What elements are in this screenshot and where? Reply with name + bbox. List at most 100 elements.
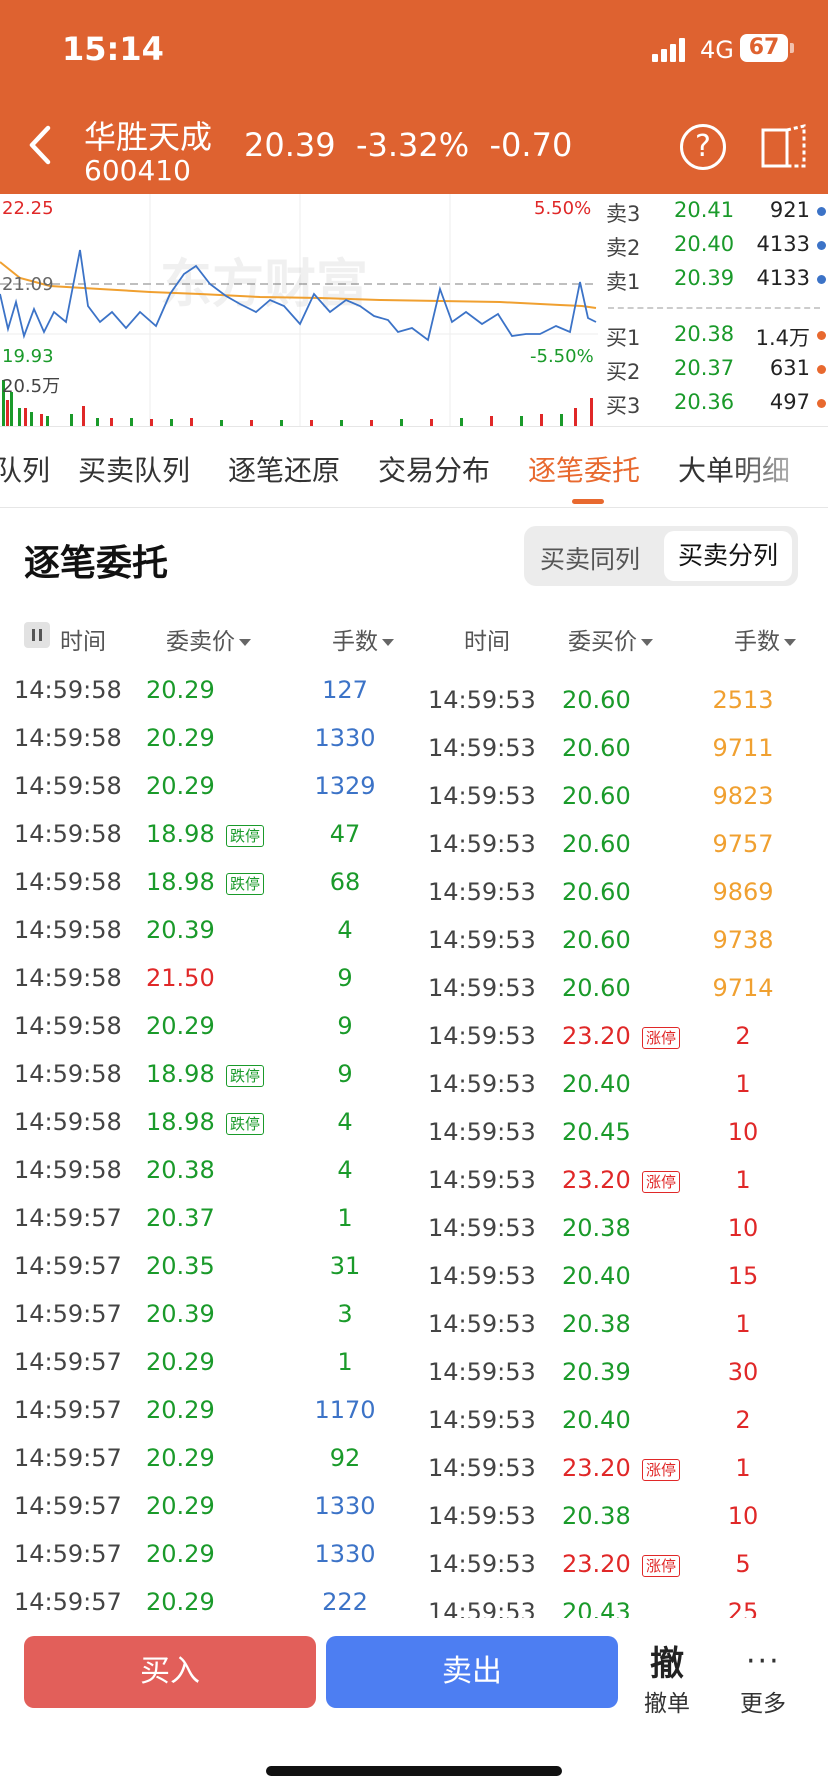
table-row: 14:59:53 20.40 2 (428, 1406, 828, 1454)
order-price: 20.40 (562, 1406, 631, 1434)
sell-button[interactable]: 卖出 (326, 1636, 618, 1708)
order-qty: 1330 (314, 724, 376, 752)
order-price: 20.60 (562, 926, 631, 954)
table-row: 14:59:53 20.60 2513 (428, 686, 828, 734)
table-row: 14:59:53 20.38 1 (428, 1310, 828, 1358)
limit-tag: 跌停 (226, 1113, 265, 1135)
order-time: 14:59:53 (428, 878, 536, 906)
order-time: 14:59:57 (14, 1540, 122, 1568)
order-qty: 9 (337, 1012, 353, 1040)
order-qty: 1 (735, 1070, 751, 1098)
order-time: 14:59:58 (14, 676, 122, 704)
sell-orders-list[interactable]: 14:59:58 20.29 127 14:59:58 20.29 1330 14:59:5… (0, 0, 414, 1618)
order-price: 23.20 (562, 1454, 631, 1482)
table-row: 14:59:58 20.29 9 (14, 1012, 414, 1060)
order-qty: 10 (727, 1118, 759, 1146)
table-row: 14:59:53 20.60 9711 (428, 734, 828, 782)
table-row: 14:59:53 20.40 15 (428, 1262, 828, 1310)
order-price: 20.35 (146, 1252, 215, 1280)
order-price: 20.29 (146, 724, 215, 752)
table-row: 14:59:58 20.39 4 (14, 916, 414, 964)
limit-tag: 跌停 (226, 825, 265, 847)
table-row: 14:59:53 20.38 10 (428, 1502, 828, 1550)
table-row: 14:59:57 20.29 1170 (14, 1396, 414, 1444)
order-time: 14:59:53 (428, 1406, 536, 1434)
order-qty: 9711 (712, 734, 774, 762)
order-price: 18.98 (146, 868, 215, 896)
table-row: 14:59:53 23.20 涨停 2 (428, 1022, 828, 1070)
order-time: 14:59:58 (14, 868, 122, 896)
cancel-order-icon[interactable]: 撤 (650, 1636, 684, 1685)
order-time: 14:59:53 (428, 1550, 536, 1578)
order-qty: 2513 (712, 686, 774, 714)
order-time: 14:59:57 (14, 1588, 122, 1616)
table-row: 14:59:53 20.60 9738 (428, 926, 828, 974)
more-icon[interactable]: ··· (746, 1644, 781, 1679)
cancel-order-label[interactable]: 撤单 (644, 1684, 690, 1718)
order-time: 14:59:53 (428, 1214, 536, 1242)
order-price: 20.39 (146, 916, 215, 944)
order-qty: 9738 (712, 926, 774, 954)
order-qty: 222 (322, 1588, 368, 1616)
order-qty: 9 (337, 1060, 353, 1088)
order-qty: 30 (727, 1358, 759, 1386)
order-price: 18.98 (146, 1060, 215, 1088)
order-qty: 1 (337, 1204, 353, 1232)
order-time: 14:59:58 (14, 772, 122, 800)
table-row: 14:59:57 20.39 3 (14, 1300, 414, 1348)
table-row: 14:59:53 20.60 9869 (428, 878, 828, 926)
order-price: 20.29 (146, 1588, 215, 1616)
order-qty: 4 (337, 916, 353, 944)
order-time: 14:59:53 (428, 926, 536, 954)
order-price: 20.29 (146, 772, 215, 800)
order-price: 18.98 (146, 1108, 215, 1136)
more-label[interactable]: 更多 (740, 1684, 786, 1718)
order-time: 14:59:53 (428, 830, 536, 858)
table-row: 14:59:57 20.29 92 (14, 1444, 414, 1492)
order-price: 20.38 (562, 1310, 631, 1338)
order-qty: 1 (735, 1166, 751, 1194)
table-row: 14:59:58 18.98 跌停 4 (14, 1108, 414, 1156)
order-price: 20.29 (146, 1492, 215, 1520)
table-row: 14:59:53 20.60 9714 (428, 974, 828, 1022)
limit-tag: 跌停 (226, 873, 265, 895)
table-row: 14:59:53 20.40 1 (428, 1070, 828, 1118)
order-qty: 1 (735, 1454, 751, 1482)
order-time: 14:59:53 (428, 1022, 536, 1050)
order-price: 20.38 (562, 1502, 631, 1530)
order-price: 20.39 (562, 1358, 631, 1386)
order-qty: 4 (337, 1156, 353, 1184)
order-price: 20.60 (562, 974, 631, 1002)
buy-button[interactable]: 买入 (24, 1636, 316, 1708)
table-row: 14:59:53 23.20 涨停 1 (428, 1454, 828, 1502)
order-price: 20.38 (562, 1214, 631, 1242)
order-time: 14:59:57 (14, 1396, 122, 1424)
limit-tag: 涨停 (642, 1555, 681, 1577)
order-time: 14:59:53 (428, 734, 536, 762)
table-row: 14:59:53 20.45 10 (428, 1118, 828, 1166)
order-time: 14:59:57 (14, 1300, 122, 1328)
table-row: 14:59:58 20.29 1330 (14, 724, 414, 772)
order-qty: 1329 (314, 772, 376, 800)
order-price: 21.50 (146, 964, 215, 992)
order-price: 20.60 (562, 782, 631, 810)
order-qty: 2 (735, 1022, 751, 1050)
order-qty: 1330 (314, 1540, 376, 1568)
order-qty: 9869 (712, 878, 774, 906)
order-time: 14:59:57 (14, 1492, 122, 1520)
order-time: 14:59:53 (428, 1358, 536, 1386)
order-qty: 15 (727, 1262, 759, 1290)
order-time: 14:59:53 (428, 782, 536, 810)
limit-tag: 涨停 (642, 1459, 681, 1481)
order-time: 14:59:53 (428, 1502, 536, 1530)
order-price: 23.20 (562, 1166, 631, 1194)
order-qty: 68 (329, 868, 361, 896)
buy-orders-list[interactable]: 14:59:53 20.60 2513 14:59:53 20.60 9711 14:59:… (414, 0, 828, 1626)
order-price: 20.40 (562, 1262, 631, 1290)
table-row: 14:59:53 20.38 10 (428, 1214, 828, 1262)
order-time: 14:59:58 (14, 1060, 122, 1088)
table-row: 14:59:58 18.98 跌停 68 (14, 868, 414, 916)
order-time: 14:59:57 (14, 1444, 122, 1472)
order-qty: 1 (337, 1348, 353, 1376)
limit-tag: 涨停 (642, 1171, 681, 1193)
